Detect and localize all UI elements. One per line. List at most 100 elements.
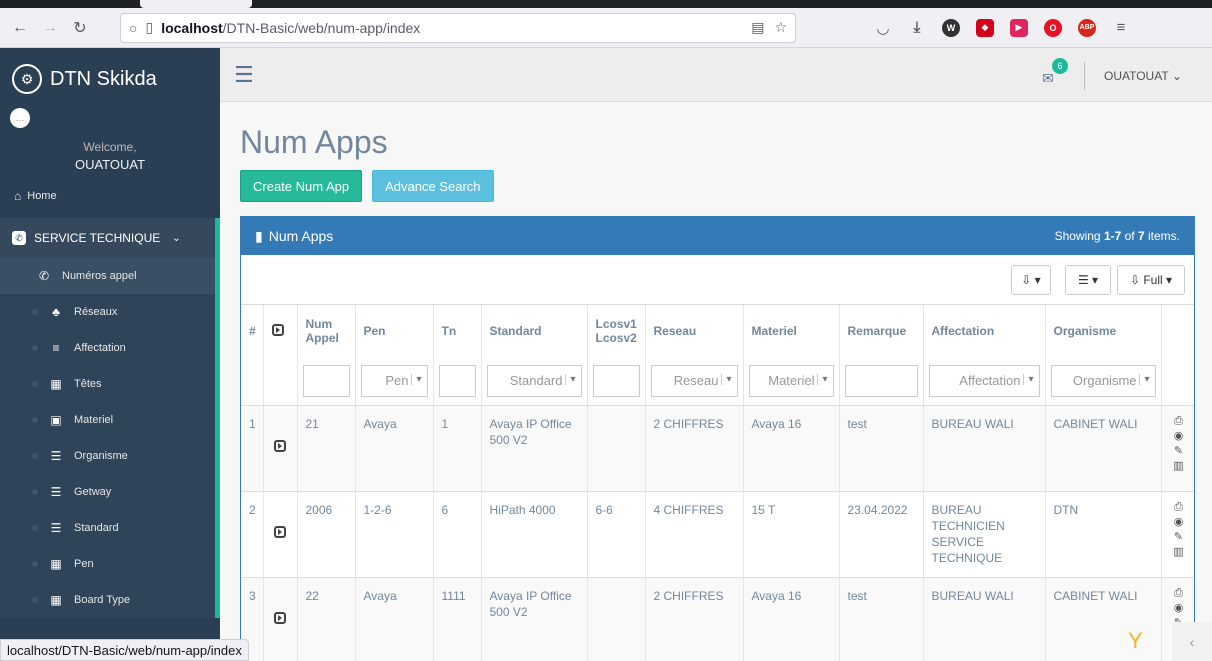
browser-tab[interactable] <box>140 0 252 8</box>
edit-pencil-icon[interactable]: ✎ <box>1164 444 1194 459</box>
sidebar-item-tetes[interactable]: ▦ Têtes <box>0 366 215 402</box>
print-icon[interactable]: ⎙ <box>1164 586 1194 601</box>
filter-lcosv <box>587 357 646 406</box>
sidebar-section-service-technique[interactable]: ✆ SERVICE TECHNIQUE ⌄ <box>0 218 220 258</box>
sidebar-item-numeros-appel[interactable]: ✆ Numéros appel <box>0 258 215 294</box>
sidebar-item-board-type[interactable]: ▦ Board Type <box>0 582 215 618</box>
page-title: Num Apps <box>240 124 388 160</box>
sidebar-item-label: Organisme <box>74 450 128 462</box>
num-appel-filter-input[interactable] <box>302 364 350 397</box>
pen-filter-select[interactable]: Pen <box>360 364 428 397</box>
back-arrow-icon[interactable]: ← <box>8 16 32 40</box>
summary-suffix: items. <box>1144 229 1180 243</box>
menu-hamburger-icon[interactable]: ≡ <box>1112 19 1130 37</box>
expand-row-icon[interactable] <box>274 612 286 624</box>
cell-tn: 1 <box>433 405 482 492</box>
col-header-materiel[interactable]: Materiel <box>743 305 840 357</box>
view-eye-icon[interactable]: ◉ <box>1164 429 1194 444</box>
sidebar: ⚙ DTN Skikda … Welcome, OUATOUAT ⌂ Home … <box>0 48 220 661</box>
columns-dropdown-button[interactable]: ☰ ▾ <box>1065 265 1111 295</box>
list-icon: ☰ <box>50 485 62 499</box>
cell-standard: Avaya IP Office 500 V2 <box>481 577 588 661</box>
yii-debug-logo-icon[interactable]: Y <box>1128 628 1156 656</box>
affectation-filter-select[interactable]: Affectation <box>928 364 1040 397</box>
col-header-standard[interactable]: Standard <box>481 305 588 357</box>
brand[interactable]: ⚙ DTN Skikda <box>0 48 220 110</box>
view-eye-icon[interactable]: ◉ <box>1164 515 1194 530</box>
welcome-text: Welcome, <box>83 140 137 154</box>
ublock-icon[interactable]: ◆ <box>976 18 994 37</box>
sidebar-item-materiel[interactable]: ▣ Materiel <box>0 402 215 438</box>
video-extension-icon[interactable]: ▶ <box>1010 18 1028 37</box>
expand-row-icon[interactable] <box>274 440 286 452</box>
full-toggle-button[interactable]: ⇩ Full ▾ <box>1117 265 1185 295</box>
url-bar[interactable]: ○ ▯ localhost/DTN-Basic/web/num-app/inde… <box>120 12 796 43</box>
delete-trash-icon[interactable]: ▥ <box>1164 459 1194 474</box>
expand-all-icon[interactable] <box>271 323 284 336</box>
col-header-affectation[interactable]: Affectation <box>923 305 1046 357</box>
forward-arrow-icon[interactable]: → <box>38 16 62 40</box>
col-header-remarque[interactable]: Remarque <box>839 305 924 357</box>
print-icon[interactable]: ⎙ <box>1164 414 1194 429</box>
create-num-app-button[interactable]: Create Num App <box>240 170 363 202</box>
edit-pencil-icon[interactable]: ✎ <box>1164 530 1194 545</box>
sidebar-item-home[interactable]: ⌂ Home <box>0 182 220 210</box>
sidebar-item-organisme[interactable]: ☰ Organisme <box>0 438 215 474</box>
opera-extension-icon[interactable]: O <box>1044 18 1062 37</box>
col-header-reseau[interactable]: Reseau <box>645 305 744 357</box>
sidebar-item-affectation[interactable]: ≡ Affectation <box>0 330 215 366</box>
cell-reseau: 2 CHIFFRES <box>645 577 744 661</box>
advance-search-button[interactable]: Advance Search <box>372 170 494 202</box>
cell-pen: 1-2-6 <box>355 491 434 578</box>
col-header-pen[interactable]: Pen <box>355 305 434 357</box>
list-icon: ☰ <box>50 521 62 535</box>
lcosv-filter-input[interactable] <box>592 364 640 397</box>
col-header-num-appel[interactable]: Num Appel <box>297 305 356 357</box>
export-dropdown-button[interactable]: ⇩ ▾ <box>1011 265 1051 295</box>
expand-row-icon[interactable] <box>274 526 286 538</box>
reload-icon[interactable]: ↻ <box>68 16 92 40</box>
delete-trash-icon[interactable]: ▥ <box>1164 545 1194 560</box>
w-extension-icon[interactable]: W <box>942 18 960 37</box>
download-icon[interactable]: ⤓ <box>908 19 926 37</box>
standard-filter-select[interactable]: Standard <box>486 364 582 397</box>
col-header-lcosv[interactable]: Lcosv1 Lcosv2 <box>587 305 646 357</box>
sidebar-item-label: Têtes <box>74 378 102 390</box>
view-eye-icon[interactable]: ◉ <box>1164 601 1194 616</box>
print-icon[interactable]: ⎙ <box>1164 500 1194 515</box>
filter-pen: Pen <box>355 357 434 406</box>
sidebar-item-pen[interactable]: ▦ Pen <box>0 546 215 582</box>
user-dropdown[interactable]: OUATOUAT ⌄ <box>1084 62 1182 90</box>
menu-toggle-icon[interactable]: ☰ <box>234 62 254 88</box>
extensions-bar: ◡ ⤓ W ◆ ▶ O ABP ≡ <box>866 18 1138 37</box>
sidebar-item-getway[interactable]: ☰ Getway <box>0 474 215 510</box>
filter-reseau: Reseau <box>645 357 744 406</box>
sidebar-submenu: ✆ Numéros appel ♣ Réseaux ≡ Affectation ▦ Tê… <box>0 258 220 618</box>
tn-filter-input[interactable] <box>438 364 476 397</box>
col-header-index[interactable]: # <box>241 305 264 357</box>
debug-toolbar-toggle-icon[interactable]: ‹ <box>1172 622 1212 661</box>
col-header-actions <box>1161 305 1194 357</box>
cell-pen: Avaya <box>355 577 434 661</box>
remarque-filter-input[interactable] <box>844 364 918 397</box>
cell-materiel: Avaya 16 <box>743 405 840 492</box>
bars-icon: ≡ <box>52 341 60 355</box>
cell-tn: 1111 <box>433 577 482 661</box>
sidebar-item-reseaux[interactable]: ♣ Réseaux <box>0 294 215 330</box>
pocket-icon[interactable]: ◡ <box>874 19 892 37</box>
bookmark-star-icon[interactable]: ☆ <box>774 19 787 36</box>
cell-organisme: CABINET WALI <box>1045 405 1162 492</box>
brand-title: DTN Skikda <box>50 67 157 90</box>
mail-icon[interactable]: ✉ 6 <box>1042 58 1068 87</box>
sidebar-item-standard[interactable]: ☰ Standard <box>0 510 215 546</box>
materiel-filter-select[interactable]: Materiel <box>748 364 834 397</box>
adblock-plus-icon[interactable]: ABP <box>1078 18 1096 37</box>
col-header-tn[interactable]: Tn <box>433 305 482 357</box>
summary-prefix: Showing <box>1054 229 1104 243</box>
col-header-organisme[interactable]: Organisme <box>1045 305 1162 357</box>
table-row: 3 22 Avaya 1111 Avaya IP Office 500 V2 2… <box>241 577 1194 661</box>
panel-heading: ▮ Num Apps Showing 1-7 of 7 items. <box>241 217 1194 255</box>
reader-view-icon[interactable]: ▤ <box>751 19 764 36</box>
organisme-filter-select[interactable]: Organisme <box>1050 364 1156 397</box>
reseau-filter-select[interactable]: Reseau <box>650 364 738 397</box>
